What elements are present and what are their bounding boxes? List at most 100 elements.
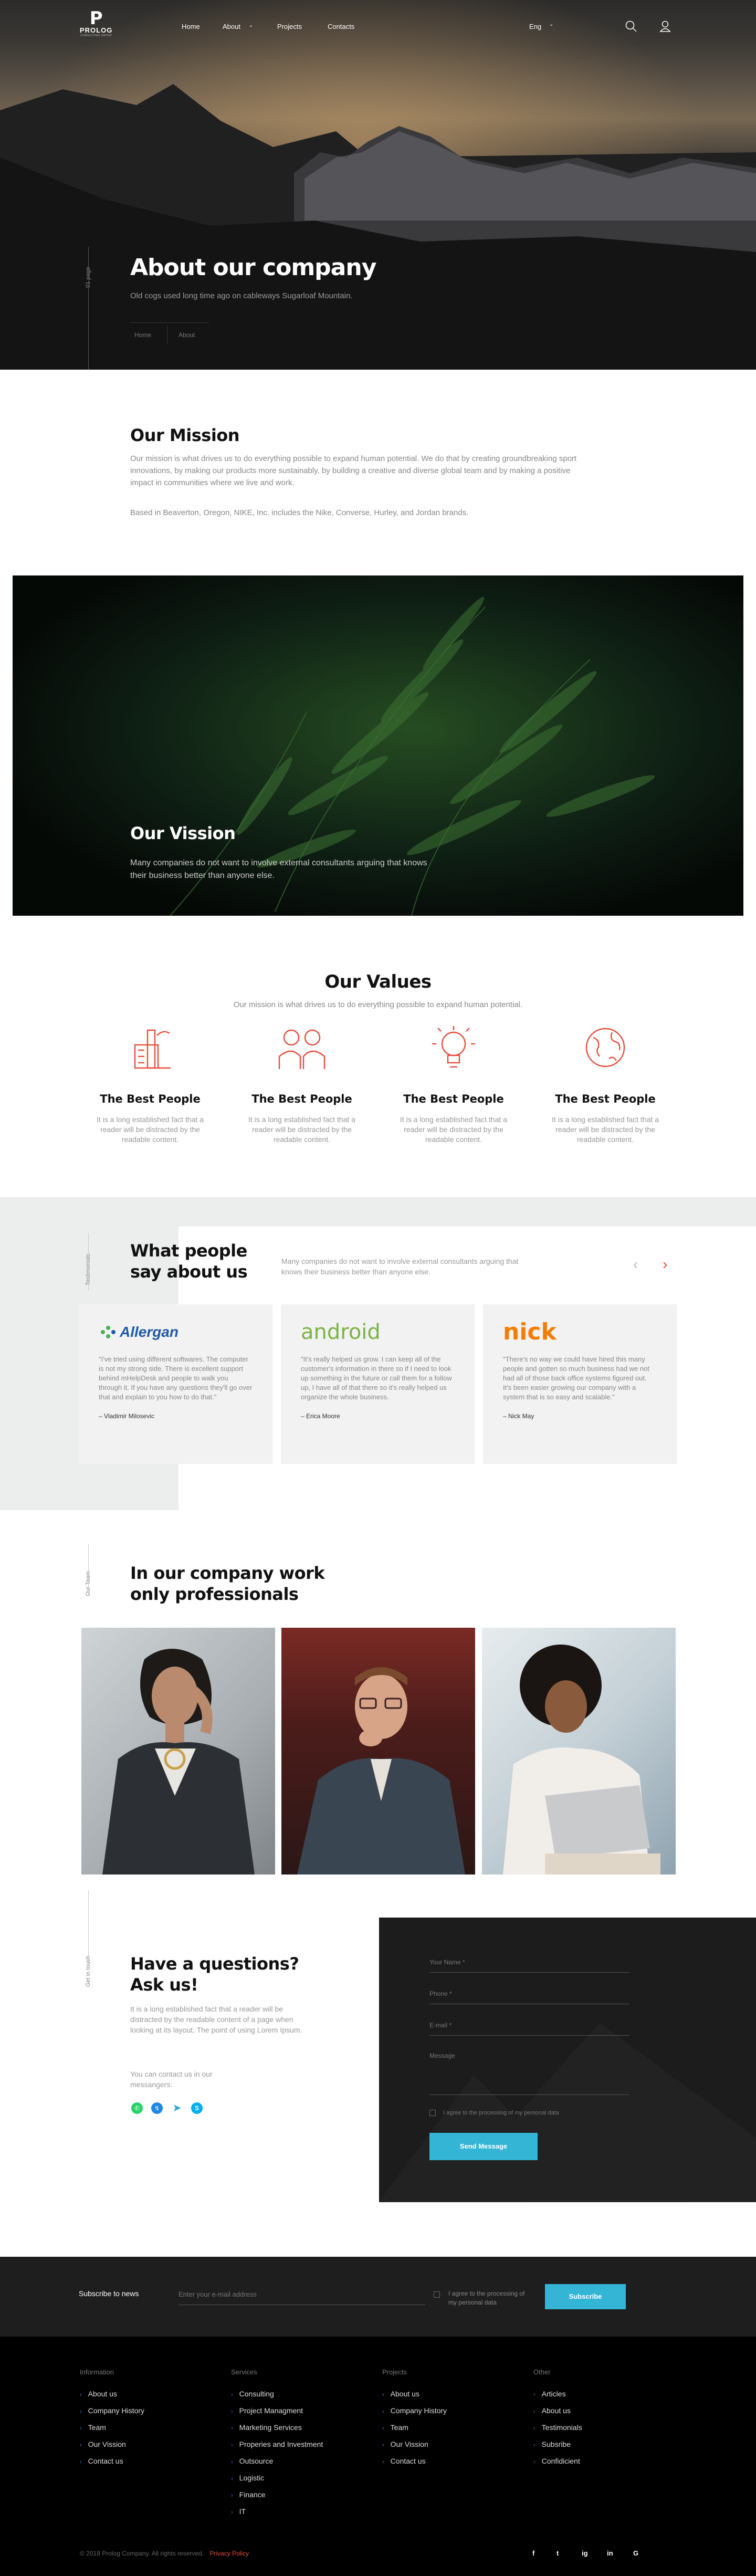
allergan-logo: Allergan (99, 1321, 253, 1343)
footer-link[interactable]: › Company History (80, 2402, 144, 2419)
contact-text: It is a long established fact that a rea… (130, 2005, 302, 2034)
contact-title: Have a questions? Ask us! (130, 1954, 299, 1995)
arrow-left-icon[interactable]: ‹ (633, 1256, 638, 1273)
footer-link[interactable]: › Team (80, 2419, 144, 2436)
value-title: The Best People (403, 1093, 504, 1105)
footer-link[interactable]: › Our Vission (382, 2436, 447, 2453)
footer-link[interactable]: › Finance (231, 2486, 323, 2503)
testimonial-card: android "It's really helped us grow. I c… (281, 1304, 475, 1464)
team-photo[interactable] (281, 1628, 475, 1875)
footer-link[interactable]: › Testimonials (533, 2419, 582, 2436)
chevron-down-icon[interactable]: ⌄ (249, 23, 253, 28)
value-card: The Best People It is a long established… (542, 1024, 668, 1145)
logo-name: PROLOG (80, 26, 113, 34)
nav-about[interactable]: About (223, 23, 240, 30)
team-icon (278, 1029, 326, 1069)
footer-link[interactable]: › Company History (382, 2402, 447, 2419)
side-divider (88, 247, 89, 370)
logo-tagline: CONSULTING GROUP (80, 34, 112, 37)
testimonial-quote: "It's really helped us grow. I can keep … (301, 1355, 452, 1401)
subscribe-email-input[interactable] (178, 2284, 425, 2305)
nav-projects[interactable]: Projects (277, 23, 302, 30)
footer-link[interactable]: › Outsource (231, 2453, 323, 2469)
team-member-portrait (297, 1667, 465, 1875)
footer-link[interactable]: › About us (533, 2402, 582, 2419)
footer-link[interactable]: › Logistic (231, 2469, 323, 2486)
testimonial-quote: "There's no way we could have hired this… (503, 1355, 649, 1401)
value-title: The Best People (555, 1093, 656, 1105)
footer-link[interactable]: › Contact us (382, 2453, 447, 2469)
nav-home[interactable]: Home (182, 23, 200, 30)
logo-mark: P (89, 8, 103, 29)
search-icon[interactable] (625, 20, 637, 33)
values-title: Our Values (324, 971, 432, 992)
lightbulb-icon (432, 1026, 475, 1068)
footer-link[interactable]: › Properies and Investment (231, 2436, 323, 2453)
value-title: The Best People (251, 1093, 352, 1105)
subscribe-agree-checkbox[interactable] (434, 2291, 440, 2298)
arrow-right-icon[interactable]: › (663, 1256, 667, 1273)
mission-text-2: Based in Beaverton, Oregon, NIKE, Inc. i… (130, 508, 469, 517)
footer-link[interactable]: › Articles (533, 2385, 582, 2402)
messenger-icon[interactable]: ↯ (151, 2102, 163, 2114)
android-logo: android (301, 1320, 381, 1344)
user-icon[interactable] (659, 20, 671, 33)
footer-link[interactable]: › About us (80, 2385, 144, 2402)
skype-icon[interactable]: S (191, 2102, 203, 2114)
breadcrumb-divider (130, 322, 209, 323)
subscribe-button[interactable]: Subscribe (545, 2284, 626, 2309)
value-text: It is a long established fact that a rea… (552, 1115, 659, 1144)
privacy-policy-link[interactable]: Privacy Policy (209, 2550, 249, 2557)
footer-link[interactable]: › Team (382, 2419, 447, 2436)
value-card: The Best People It is a long established… (239, 1024, 365, 1145)
breadcrumb-current: About (178, 331, 195, 339)
team-photo[interactable] (81, 1628, 275, 1875)
language-select[interactable]: Eng (529, 23, 541, 30)
testimonials-title: What people say about us (130, 1241, 248, 1282)
google-icon[interactable]: G (633, 2549, 638, 2557)
footer-column-title: Services (231, 2368, 257, 2376)
allergan-logo-icon (101, 1326, 116, 1338)
message-field[interactable]: Message (429, 2052, 629, 2095)
name-field[interactable]: Your Name * (429, 1959, 629, 1973)
footer-link[interactable]: › Consulting (231, 2385, 323, 2402)
mountain-background (0, 0, 756, 370)
phone-field[interactable]: Phone * (429, 1990, 629, 2004)
email-field[interactable]: E-mail * (429, 2022, 629, 2036)
page-subtitle: Old cogs used long time ago on cableways… (130, 291, 353, 300)
footer-link[interactable]: › Confidicient (533, 2453, 582, 2469)
vision-text: Many companies do not want to involve ex… (130, 858, 427, 880)
subscribe-agree-label: I agree to the processing of my personal… (448, 2290, 525, 2306)
mission-text: Our mission is what drives us to do ever… (130, 454, 577, 487)
agree-checkbox[interactable] (429, 2110, 436, 2116)
testimonial-card: nick "There's no way we could have hired… (483, 1304, 677, 1464)
messenger-list: ✆ ↯ ➤ S (131, 2102, 203, 2114)
logo[interactable]: P PROLOG CONSULTING GROUP (80, 8, 113, 37)
testimonials-band (0, 1197, 756, 1227)
nav-contacts[interactable]: Contacts (328, 23, 354, 30)
team-photo[interactable] (482, 1628, 676, 1875)
subscribe-label: Subscribe to news (79, 2289, 139, 2298)
instagram-icon[interactable]: ig (582, 2549, 588, 2557)
footer-link[interactable]: › Marketing Services (231, 2419, 323, 2436)
footer-link[interactable]: › Contact us (80, 2453, 144, 2469)
footer-column-other: Other › Articles › About us › Testimonials … (533, 2368, 582, 2469)
footer-link[interactable]: › IT (231, 2503, 323, 2520)
footer-link[interactable]: › Subsribe (533, 2436, 582, 2453)
footer-link[interactable]: › About us (382, 2385, 447, 2402)
footer-link[interactable]: › Project Managment (231, 2402, 323, 2419)
footer-link[interactable]: › Our Vission (80, 2436, 144, 2453)
hero-section: P PROLOG CONSULTING GROUP Home About ⌄ P… (0, 0, 756, 370)
facebook-icon[interactable]: f (532, 2549, 534, 2557)
telegram-icon[interactable]: ➤ (171, 2102, 183, 2114)
send-message-button[interactable]: Send Message (429, 2133, 538, 2160)
team-title: In our company work only professionals (130, 1563, 325, 1604)
twitter-icon[interactable]: t (556, 2549, 559, 2557)
value-card: The Best People It is a long established… (87, 1024, 213, 1145)
value-card: The Best People It is a long established… (391, 1024, 517, 1145)
linkedin-icon[interactable]: in (607, 2549, 613, 2557)
whatsapp-icon[interactable]: ✆ (131, 2102, 143, 2114)
chevron-down-icon[interactable]: ⌄ (549, 22, 553, 27)
page-title: About our company (130, 254, 376, 281)
breadcrumb-home[interactable]: Home (134, 331, 151, 339)
